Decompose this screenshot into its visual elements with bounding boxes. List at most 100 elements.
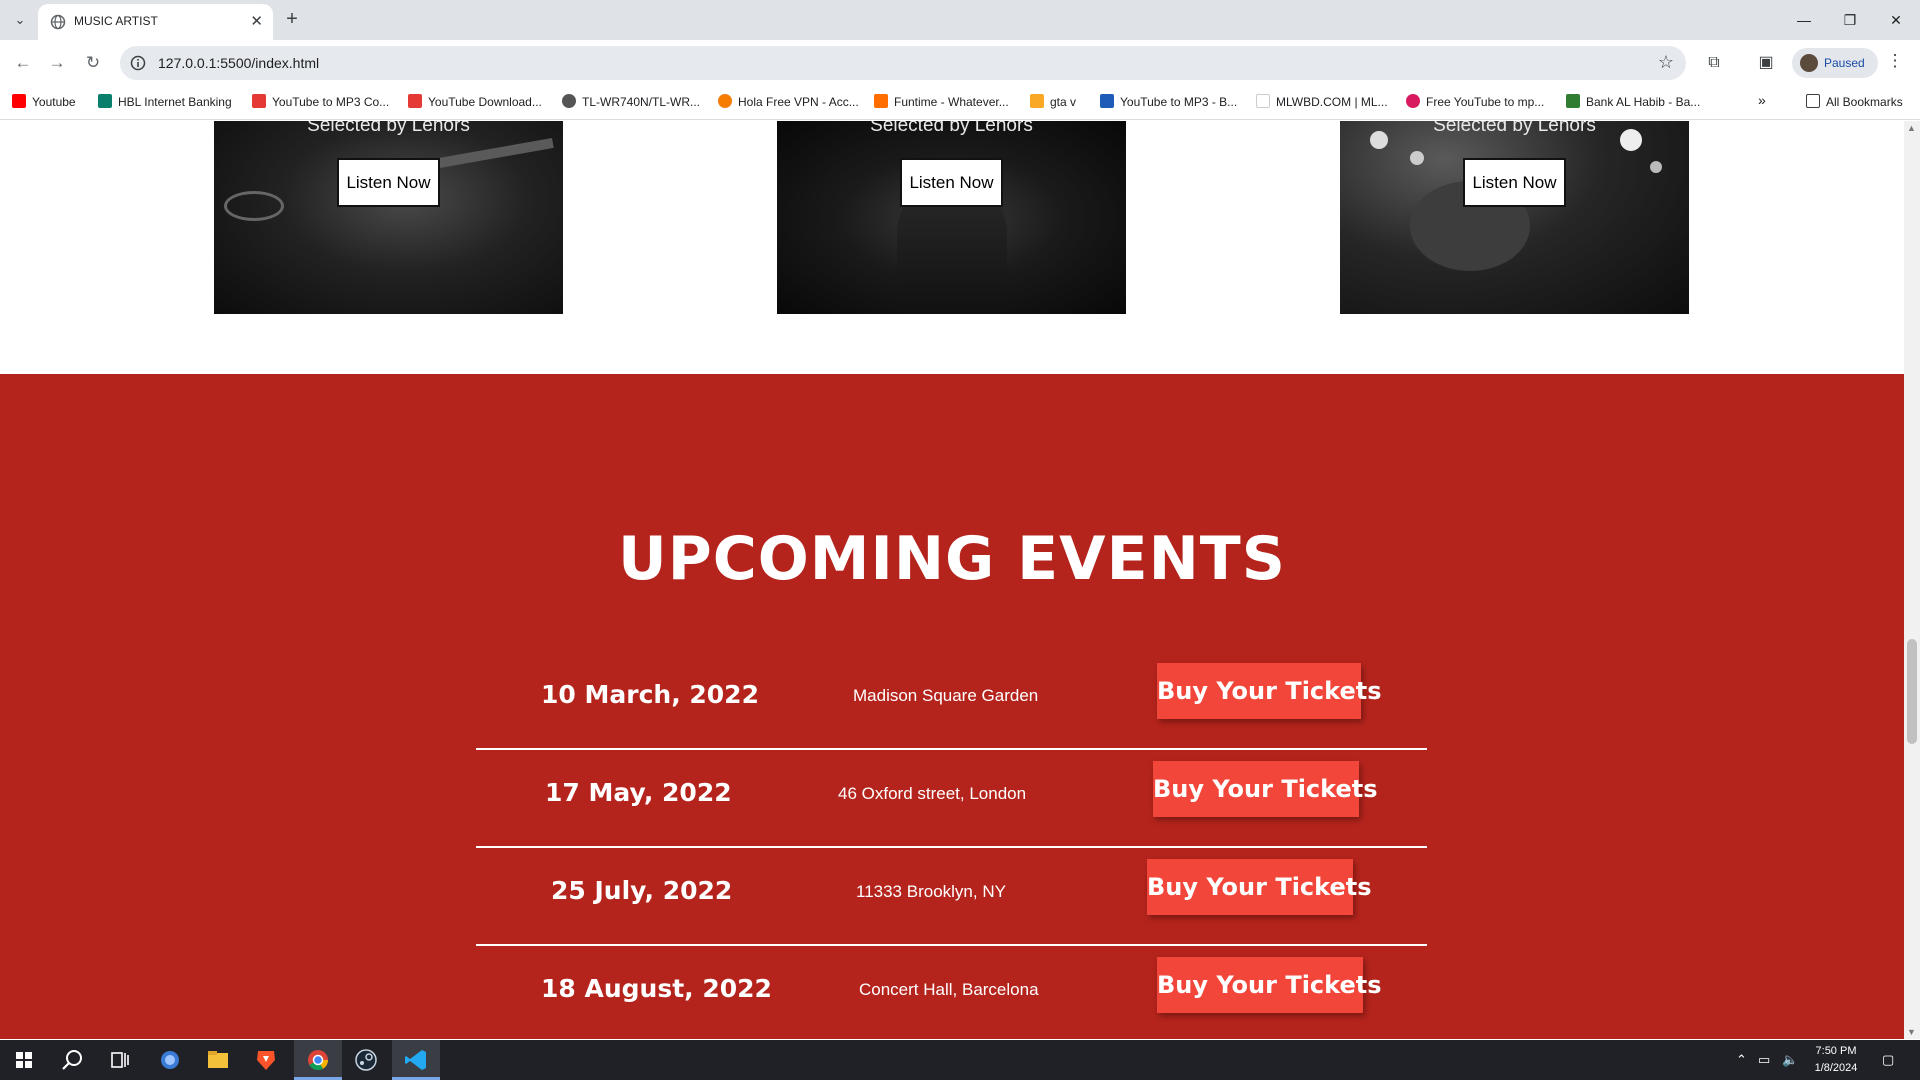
menu-icon[interactable]: ⋮ xyxy=(1885,51,1905,75)
stage-light-dot xyxy=(1650,161,1662,173)
forward-button[interactable]: → xyxy=(44,50,70,76)
bookmark-item[interactable]: gta v xyxy=(1030,94,1076,112)
browser-tab[interactable]: MUSIC ARTIST ✕ xyxy=(38,4,273,40)
event-date: 17 May, 2022 xyxy=(545,778,732,807)
windows-taskbar: ⌃ ▭ 🔈 7:50 PM 1/8/2024 ▢ xyxy=(0,1040,1920,1080)
show-hidden-icons[interactable]: ⌃ xyxy=(1736,1052,1747,1068)
browser-toolbar: ← → ↻ 127.0.0.1:5500/index.html ☆ ⧉ ▣ Pa… xyxy=(0,40,1920,86)
song-card: Selected by Lenors Listen Now xyxy=(777,121,1126,314)
close-tab-icon[interactable]: ✕ xyxy=(250,12,263,30)
vscode-icon xyxy=(405,1050,426,1070)
taskbar-app[interactable] xyxy=(242,1040,290,1080)
bookmark-favicon-icon xyxy=(1406,94,1420,108)
url-text[interactable]: 127.0.0.1:5500/index.html xyxy=(158,55,319,71)
tab-title: MUSIC ARTIST xyxy=(74,14,158,28)
circle-app-icon xyxy=(161,1051,179,1069)
file-explorer-icon xyxy=(208,1051,228,1068)
bookmark-item[interactable]: YouTube Download... xyxy=(408,94,542,112)
bookmark-favicon-icon xyxy=(1566,94,1580,108)
bookmark-star-icon[interactable]: ☆ xyxy=(1658,52,1674,73)
new-tab-button[interactable]: + xyxy=(279,7,305,33)
event-date: 10 March, 2022 xyxy=(541,680,759,709)
bookmark-favicon-icon xyxy=(408,94,422,108)
back-button[interactable]: ← xyxy=(10,50,36,76)
bookmark-item[interactable]: TL-WR740N/TL-WR... xyxy=(562,94,700,112)
bookmark-item[interactable]: Hola Free VPN - Acc... xyxy=(718,94,859,112)
profile-status: Paused xyxy=(1824,56,1865,70)
buy-tickets-button[interactable]: Buy Your Tickets xyxy=(1157,663,1382,719)
listen-now-button[interactable]: Listen Now xyxy=(1463,158,1566,207)
bookmark-favicon-icon xyxy=(1256,94,1270,108)
clock-time: 7:50 PM xyxy=(1815,1045,1857,1057)
network-icon[interactable]: ▭ xyxy=(1758,1052,1770,1068)
taskbar-app[interactable] xyxy=(294,1040,342,1080)
event-row: 25 July, 2022 11333 Brooklyn, NY Buy You… xyxy=(476,848,1427,946)
bookmarks-overflow-icon[interactable]: » xyxy=(1758,92,1766,110)
event-row: 17 May, 2022 46 Oxford street, London Bu… xyxy=(476,750,1427,848)
chrome-icon xyxy=(308,1050,329,1071)
search-button[interactable] xyxy=(48,1040,96,1080)
restore-button[interactable]: ❐ xyxy=(1830,6,1870,34)
page-viewport: Selected by Lenors Listen Now Selected b… xyxy=(0,121,1920,1039)
start-button[interactable] xyxy=(0,1040,48,1080)
listen-now-button[interactable]: Listen Now xyxy=(337,158,440,207)
globe-icon xyxy=(50,14,66,30)
reload-button[interactable]: ↻ xyxy=(80,50,106,76)
brave-browser-icon xyxy=(257,1051,275,1070)
bookmark-favicon-icon xyxy=(874,94,888,108)
scroll-down-arrow-icon[interactable]: ▼ xyxy=(1907,1027,1916,1037)
bookmark-favicon-icon xyxy=(562,94,576,108)
bookmark-item[interactable]: MLWBD.COM | ML... xyxy=(1256,94,1388,112)
event-venue: 46 Oxford street, London xyxy=(838,784,1027,803)
bookmark-favicon-icon xyxy=(12,94,26,108)
bookmark-item[interactable]: HBL Internet Banking xyxy=(98,94,232,112)
avatar xyxy=(1800,54,1818,72)
event-date: 25 July, 2022 xyxy=(551,876,733,905)
bookmark-item[interactable]: YouTube to MP3 - B... xyxy=(1100,94,1237,112)
event-venue: Concert Hall, Barcelona xyxy=(859,980,1039,999)
bookmark-favicon-icon xyxy=(718,94,732,108)
bookmark-item[interactable]: Bank AL Habib - Ba... xyxy=(1566,94,1700,112)
drum-kit-shape xyxy=(224,191,284,221)
minimize-button[interactable]: — xyxy=(1784,6,1824,34)
bookmark-item[interactable]: YouTube to MP3 Co... xyxy=(252,94,389,112)
notifications-icon[interactable]: ▢ xyxy=(1882,1052,1894,1068)
bookmark-item[interactable]: Free YouTube to mp... xyxy=(1406,94,1544,112)
site-info-icon[interactable] xyxy=(130,55,146,71)
listen-now-button[interactable]: Listen Now xyxy=(900,158,1003,207)
song-caption: Selected by Lenors xyxy=(870,121,1033,136)
taskbar-app[interactable] xyxy=(392,1040,440,1080)
profile-button[interactable]: Paused xyxy=(1792,48,1878,78)
scroll-up-arrow-icon[interactable]: ▲ xyxy=(1907,123,1916,133)
event-venue: 11333 Brooklyn, NY xyxy=(856,882,1006,901)
bookmark-item[interactable]: Youtube xyxy=(12,94,76,112)
taskbar-app[interactable] xyxy=(342,1040,390,1080)
tab-strip: ⌄ MUSIC ARTIST ✕ + — ❐ ✕ xyxy=(0,0,1920,40)
event-row: 10 March, 2022 Madison Square Garden Buy… xyxy=(476,652,1427,750)
extensions-icon[interactable]: ⧉ xyxy=(1702,51,1726,75)
tab-search-chevron-icon[interactable]: ⌄ xyxy=(6,8,34,32)
buy-tickets-button[interactable]: Buy Your Tickets xyxy=(1153,761,1378,817)
event-venue: Madison Square Garden xyxy=(853,686,1039,705)
close-window-button[interactable]: ✕ xyxy=(1876,6,1916,34)
page-scrollbar[interactable]: ▲ ▼ xyxy=(1904,121,1920,1039)
system-clock[interactable]: 7:50 PM 1/8/2024 xyxy=(1806,1043,1866,1077)
taskbar-app[interactable] xyxy=(146,1040,194,1080)
section-title: UPCOMING EVENTS xyxy=(618,524,1286,594)
song-caption: Selected by Lenors xyxy=(307,121,470,136)
taskbar-app[interactable] xyxy=(194,1040,242,1080)
bookmark-favicon-icon xyxy=(1030,94,1044,108)
buy-tickets-button[interactable]: Buy Your Tickets xyxy=(1157,957,1382,1013)
side-panel-icon[interactable]: ▣ xyxy=(1754,51,1778,75)
song-card: Selected by Lenors Listen Now xyxy=(1340,121,1689,314)
song-caption: Selected by Lenors xyxy=(1433,121,1596,136)
task-view-button[interactable] xyxy=(96,1040,144,1080)
song-card: Selected by Lenors Listen Now xyxy=(214,121,563,314)
scroll-thumb[interactable] xyxy=(1907,639,1917,744)
volume-icon[interactable]: 🔈 xyxy=(1782,1052,1798,1068)
bookmark-item[interactable]: Funtime - Whatever... xyxy=(874,94,1009,112)
task-view-icon xyxy=(111,1052,129,1068)
buy-tickets-button[interactable]: Buy Your Tickets xyxy=(1147,859,1372,915)
address-bar[interactable]: 127.0.0.1:5500/index.html ☆ xyxy=(120,46,1686,80)
all-bookmarks-button[interactable]: All Bookmarks xyxy=(1806,94,1903,112)
